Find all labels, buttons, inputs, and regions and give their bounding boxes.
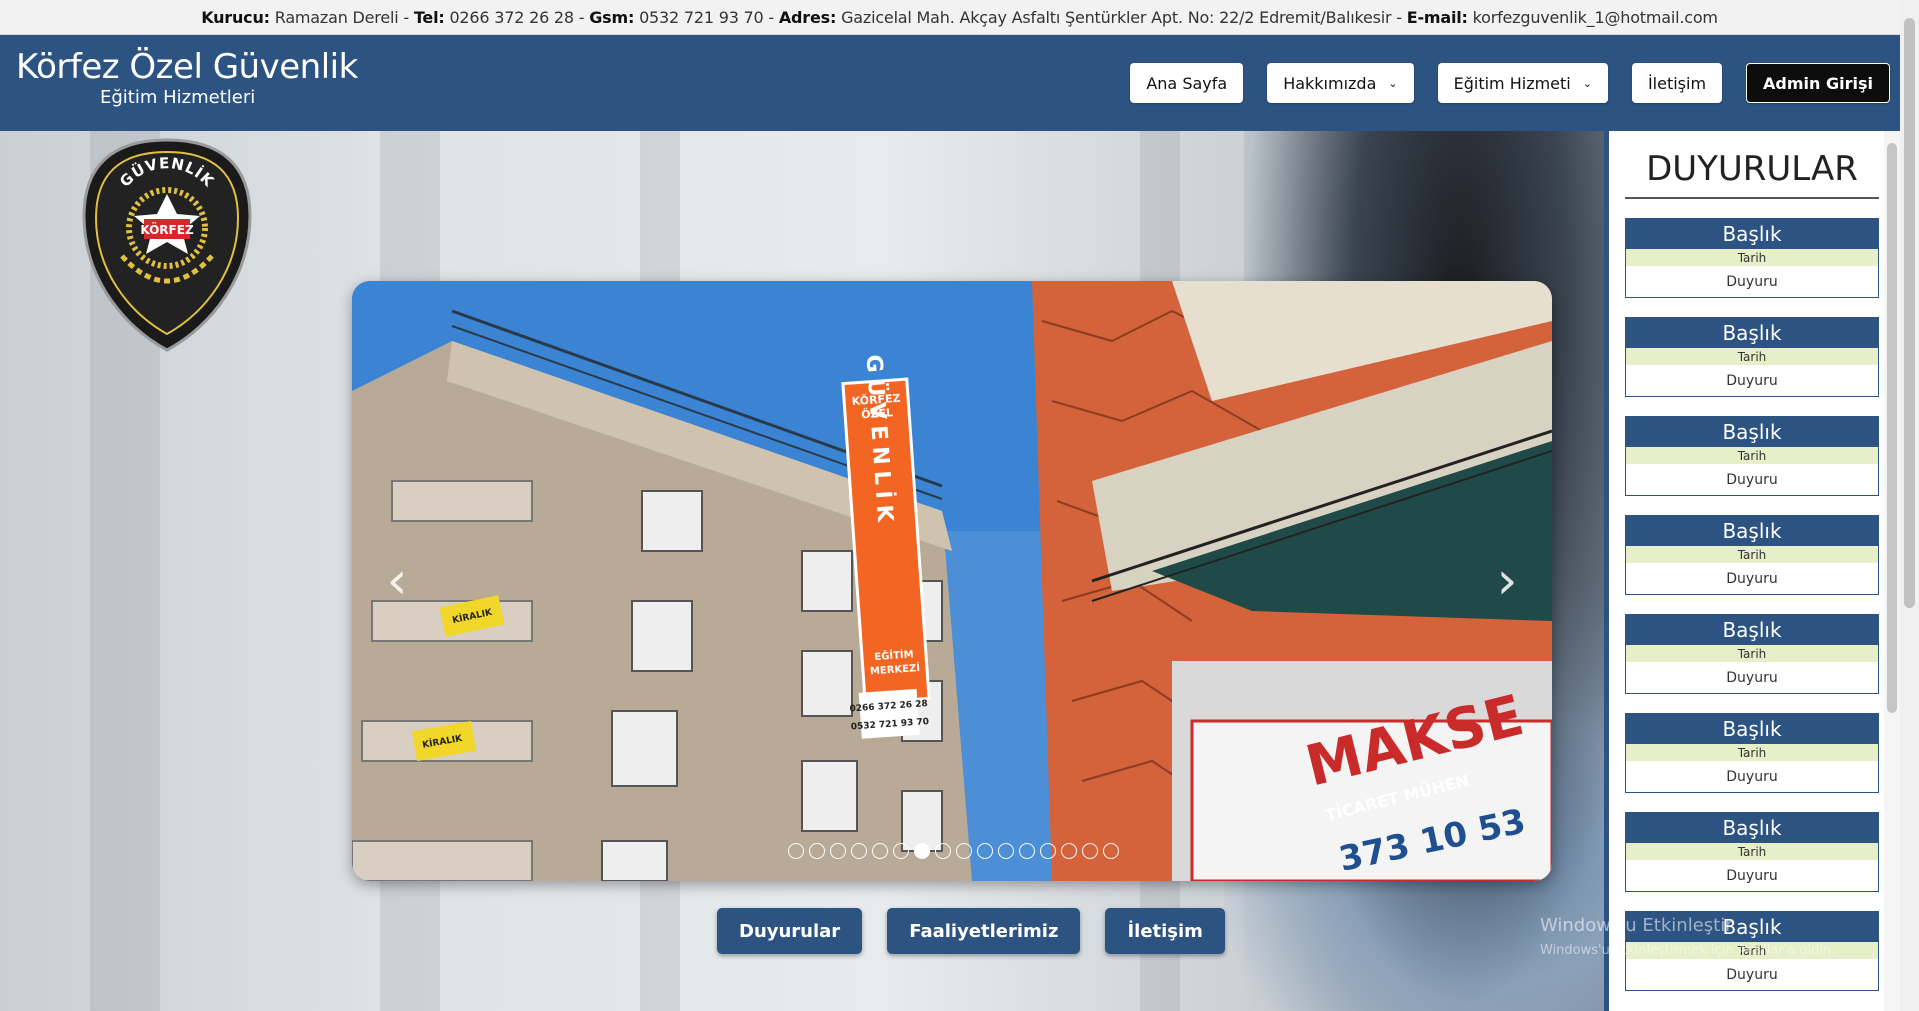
carousel-indicator-dot[interactable] xyxy=(1082,843,1098,859)
chevron-down-icon: ⌄ xyxy=(1582,76,1592,90)
announcement-title: Başlık xyxy=(1626,615,1878,645)
site-subtitle: Eğitim Hizmetleri xyxy=(100,87,256,108)
nav-training-dropdown[interactable]: Eğitim Hizmeti ⌄ xyxy=(1437,63,1608,103)
chevron-down-icon: ⌄ xyxy=(1388,76,1398,90)
chevron-left-icon: ‹ xyxy=(386,551,408,611)
announcements-scrollbar-thumb[interactable] xyxy=(1887,143,1897,713)
announcements-scrollbar[interactable] xyxy=(1884,131,1900,1011)
chevron-right-icon: › xyxy=(1496,551,1518,611)
nav-home-label: Ana Sayfa xyxy=(1146,73,1228,93)
main-nav: Ana Sayfa Hakkımızda ⌄ Eğitim Hizmeti ⌄ İl… xyxy=(1130,63,1890,103)
carousel-indicator-dot[interactable] xyxy=(1040,843,1056,859)
announcement-title: Başlık xyxy=(1626,417,1878,447)
announcement-body: Duyuru xyxy=(1726,966,1778,983)
site-title[interactable]: Körfez Özel Güvenlik xyxy=(16,47,358,87)
carousel-indicator-dot[interactable] xyxy=(1019,843,1035,859)
carousel-indicator-dot[interactable] xyxy=(830,843,846,859)
site-header: Körfez Özel Güvenlik Eğitim Hizmetleri A… xyxy=(0,35,1900,131)
announcement-body: Duyuru xyxy=(1726,273,1778,290)
announcement-card[interactable]: Başlık Tarih Duyuru xyxy=(1625,713,1879,793)
announcement-card[interactable]: Başlık Tarih Duyuru xyxy=(1625,614,1879,694)
carousel-indicators xyxy=(788,843,1119,859)
announcement-body: Duyuru xyxy=(1726,867,1778,884)
nav-about-label: Hakkımızda xyxy=(1283,73,1377,93)
nav-home-button[interactable]: Ana Sayfa xyxy=(1130,63,1244,103)
announcement-title: Başlık xyxy=(1626,219,1878,249)
contact-button[interactable]: İletişim xyxy=(1105,908,1225,954)
carousel-indicator-dot[interactable] xyxy=(788,843,804,859)
announcement-title: Başlık xyxy=(1626,813,1878,843)
activation-watermark-title: Windows'u Etkinleştir xyxy=(1540,915,1733,936)
announcement-card[interactable]: Başlık Tarih Duyuru xyxy=(1625,416,1879,496)
announcement-card[interactable]: Başlık Tarih Duyuru xyxy=(1625,317,1879,397)
announcement-card[interactable]: Başlık Tarih Duyuru xyxy=(1625,812,1879,892)
announcement-date: Tarih xyxy=(1626,348,1878,365)
founder-name: Ramazan Dereli xyxy=(274,7,399,27)
gsm-number: 0532 721 93 70 xyxy=(639,7,764,27)
carousel-indicator-dot[interactable] xyxy=(998,843,1014,859)
carousel-slide-photo: KİRALIK KİRALIK MAKSE TİCARET MÜHEN 373 … xyxy=(352,281,1552,881)
announcement-card[interactable]: Başlık Tarih Duyuru xyxy=(1625,515,1879,595)
carousel-indicator-dot[interactable] xyxy=(956,843,972,859)
nav-training-label: Eğitim Hizmeti xyxy=(1453,73,1571,93)
carousel-indicator-dot[interactable] xyxy=(893,843,909,859)
announcement-date: Tarih xyxy=(1626,843,1878,860)
announcement-body: Duyuru xyxy=(1726,669,1778,686)
carousel-indicator-dot[interactable] xyxy=(914,843,930,859)
separator: - xyxy=(1396,7,1402,27)
quick-links: Duyurular Faaliyetlerimiz İletişim xyxy=(717,908,1225,954)
address-label: Adres: xyxy=(778,7,837,27)
nav-about-dropdown[interactable]: Hakkımızda ⌄ xyxy=(1267,63,1414,103)
announcement-date: Tarih xyxy=(1626,249,1878,266)
carousel-indicator-dot[interactable] xyxy=(851,843,867,859)
announcement-body: Duyuru xyxy=(1726,471,1778,488)
founder-label: Kurucu: xyxy=(201,7,270,27)
email-label: E-mail: xyxy=(1406,7,1468,27)
admin-login-button[interactable]: Admin Girişi xyxy=(1746,63,1890,103)
security-badge-logo: GÜVENLİK KÖRFEZ xyxy=(82,138,252,352)
activation-watermark-text: Windows'u etkinleştirmek için Ayarlar'a … xyxy=(1540,943,1836,958)
carousel-indicator-dot[interactable] xyxy=(1061,843,1077,859)
announcement-title: Başlık xyxy=(1626,516,1878,546)
announcement-date: Tarih xyxy=(1626,447,1878,464)
image-carousel[interactable]: KİRALIK KİRALIK MAKSE TİCARET MÜHEN 373 … xyxy=(352,281,1552,881)
page-scrollbar[interactable] xyxy=(1900,0,1919,1011)
tel-number: 0266 372 26 28 xyxy=(449,7,574,27)
carousel-indicator-dot[interactable] xyxy=(1103,843,1119,859)
announcements-title: DUYURULAR xyxy=(1625,149,1879,199)
announcement-date: Tarih xyxy=(1626,546,1878,563)
announcement-body: Duyuru xyxy=(1726,768,1778,785)
announcement-title: Başlık xyxy=(1626,318,1878,348)
announcement-body: Duyuru xyxy=(1726,570,1778,587)
email-address: korfezguvenlik_1@hotmail.com xyxy=(1472,7,1718,27)
carousel-next-button[interactable]: › xyxy=(1482,551,1532,611)
gsm-label: Gsm: xyxy=(589,7,635,27)
page-scrollbar-thumb[interactable] xyxy=(1904,18,1915,608)
logo-center-text: KÖRFEZ xyxy=(140,222,194,237)
carousel-indicator-dot[interactable] xyxy=(977,843,993,859)
announcement-title: Başlık xyxy=(1626,714,1878,744)
announcement-card[interactable]: Başlık Tarih Duyuru xyxy=(1625,218,1879,298)
announcements-list: Başlık Tarih Duyuru Başlık Tarih Duyuru Başlık… xyxy=(1625,218,1879,1010)
contact-info-bar: Kurucu: Ramazan Dereli - Tel: 0266 372 2… xyxy=(0,0,1919,35)
address-text: Gazicelal Mah. Akçay Asfaltı Şentürkler … xyxy=(841,7,1392,27)
admin-login-label: Admin Girişi xyxy=(1763,73,1873,93)
separator: - xyxy=(578,7,585,27)
carousel-indicator-dot[interactable] xyxy=(935,843,951,859)
carousel-prev-button[interactable]: ‹ xyxy=(372,551,422,611)
nav-contact-button[interactable]: İletişim xyxy=(1631,63,1723,103)
announcements-button[interactable]: Duyurular xyxy=(717,908,863,954)
carousel-indicator-dot[interactable] xyxy=(809,843,825,859)
separator: - xyxy=(403,7,409,27)
announcement-date: Tarih xyxy=(1626,744,1878,761)
tel-label: Tel: xyxy=(413,7,445,27)
activities-button[interactable]: Faaliyetlerimiz xyxy=(887,908,1081,954)
separator: - xyxy=(768,7,774,27)
announcement-body: Duyuru xyxy=(1726,372,1778,389)
nav-contact-label: İletişim xyxy=(1647,73,1707,93)
carousel-indicator-dot[interactable] xyxy=(872,843,888,859)
announcements-panel: DUYURULAR Başlık Tarih Duyuru Başlık Tarih Du… xyxy=(1604,131,1900,1011)
announcement-date: Tarih xyxy=(1626,645,1878,662)
